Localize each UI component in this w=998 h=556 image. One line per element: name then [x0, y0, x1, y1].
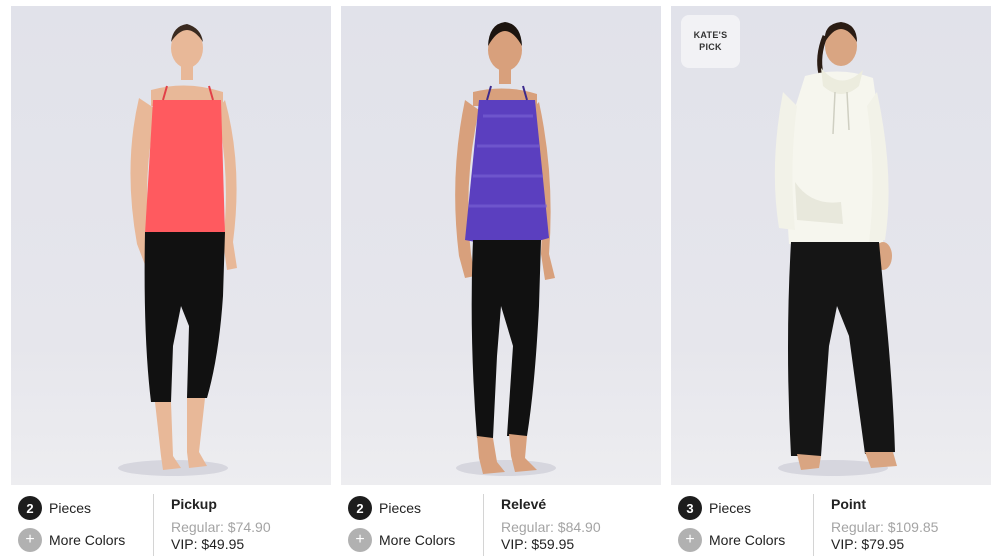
pieces-label: Pieces	[709, 500, 752, 516]
pieces-indicator[interactable]: 2 Pieces	[18, 496, 91, 520]
product-meta: 2 Pieces + More Colors	[18, 494, 153, 556]
divider	[483, 494, 484, 556]
product-details: Pickup Regular: $74.90 VIP: $49.95	[171, 494, 331, 556]
product-meta: 3 Pieces + More Colors	[678, 494, 813, 556]
product-details: Point Regular: $109.85 VIP: $79.95	[831, 494, 991, 556]
kates-pick-badge: KATE'S PICK	[681, 15, 740, 68]
more-colors-label: More Colors	[379, 532, 456, 548]
product-card: 2 Pieces + More Colors Relevé Regular: $…	[341, 6, 661, 556]
product-photo[interactable]	[11, 6, 331, 485]
plus-icon: +	[678, 528, 702, 552]
pieces-indicator[interactable]: 3 Pieces	[678, 496, 751, 520]
product-meta: 2 Pieces + More Colors	[348, 494, 483, 556]
model-figure	[118, 24, 237, 476]
product-photo[interactable]: KATE'S PICK	[671, 6, 991, 485]
pieces-count-badge: 2	[348, 496, 372, 520]
product-grid: 2 Pieces + More Colors Pickup Regular: $…	[11, 6, 991, 556]
regular-price: Regular: $109.85	[831, 519, 939, 535]
plus-icon: +	[348, 528, 372, 552]
plus-icon: +	[18, 528, 42, 552]
product-info: 2 Pieces + More Colors Pickup Regular: $…	[11, 494, 331, 556]
regular-price: Regular: $84.90	[501, 519, 601, 535]
divider	[813, 494, 814, 556]
more-colors-label: More Colors	[709, 532, 786, 548]
divider	[153, 494, 154, 556]
pieces-label: Pieces	[49, 500, 92, 516]
vip-price: VIP: $49.95	[171, 536, 245, 552]
pieces-count-badge: 2	[18, 496, 42, 520]
vip-price: VIP: $79.95	[831, 536, 905, 552]
product-name[interactable]: Pickup	[171, 496, 217, 512]
product-card: 2 Pieces + More Colors Pickup Regular: $…	[11, 6, 331, 556]
badge-line-1: KATE'S	[693, 30, 728, 40]
more-colors-link[interactable]: + More Colors	[678, 528, 785, 552]
more-colors-link[interactable]: + More Colors	[348, 528, 455, 552]
product-details: Relevé Regular: $84.90 VIP: $59.95	[501, 494, 661, 556]
more-colors-link[interactable]: + More Colors	[18, 528, 125, 552]
pieces-count-badge: 3	[678, 496, 702, 520]
model-figure	[455, 22, 556, 476]
badge-line-2: PICK	[699, 42, 722, 52]
regular-price: Regular: $74.90	[171, 519, 271, 535]
pieces-indicator[interactable]: 2 Pieces	[348, 496, 421, 520]
product-card: KATE'S PICK 3 Pieces + More Colors Point…	[671, 6, 991, 556]
product-info: 2 Pieces + More Colors Relevé Regular: $…	[341, 494, 661, 556]
model-figure	[774, 22, 897, 476]
vip-price: VIP: $59.95	[501, 536, 575, 552]
more-colors-label: More Colors	[49, 532, 126, 548]
pieces-label: Pieces	[379, 500, 422, 516]
product-info: 3 Pieces + More Colors Point Regular: $1…	[671, 494, 991, 556]
product-name[interactable]: Point	[831, 496, 866, 512]
product-name[interactable]: Relevé	[501, 496, 546, 512]
product-photo[interactable]	[341, 6, 661, 485]
